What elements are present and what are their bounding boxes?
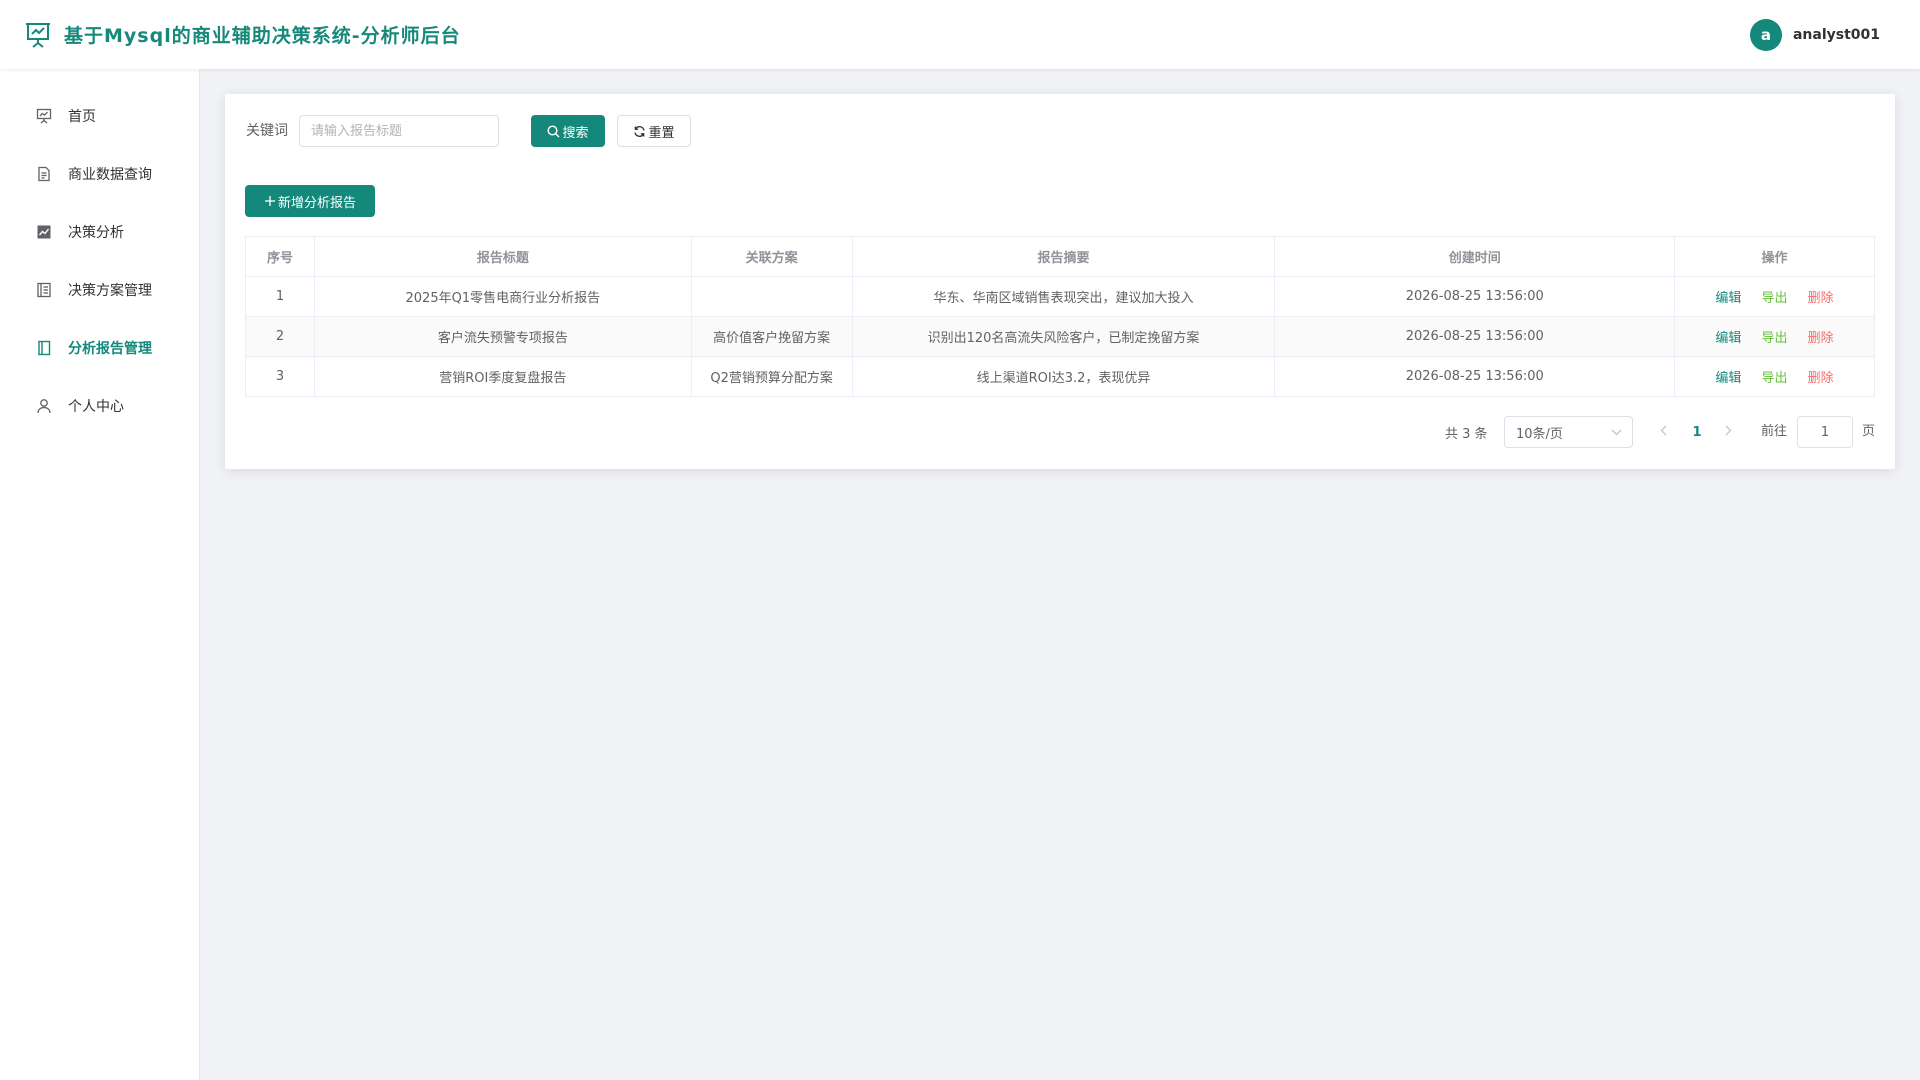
cell-plan: Q2营销预算分配方案 xyxy=(690,356,853,397)
plus-icon xyxy=(264,195,276,207)
cell-index: 2 xyxy=(245,316,315,357)
keyword-search-input[interactable] xyxy=(299,115,499,147)
cell-created: 2026-08-25 13:56:00 xyxy=(1274,276,1676,317)
refresh-icon xyxy=(633,125,646,138)
sidebar-item-label: 商业数据查询 xyxy=(68,167,152,183)
cell-actions: 编辑 导出 删除 xyxy=(1674,316,1875,357)
sidebar-item-label: 决策方案管理 xyxy=(68,283,152,299)
table-row: 3 营销ROI季度复盘报告 Q2营销预算分配方案 线上渠道ROI达3.2，表现优… xyxy=(245,356,1875,397)
prev-page-button[interactable] xyxy=(1651,416,1675,448)
chevron-down-icon xyxy=(1611,425,1622,440)
cell-actions: 编辑 导出 删除 xyxy=(1674,276,1875,317)
page-size-select[interactable]: 10条/页 xyxy=(1504,416,1633,448)
chart-icon xyxy=(36,224,52,240)
pagination-total: 共 3 条 xyxy=(1445,426,1488,442)
cell-index: 3 xyxy=(245,356,315,397)
avatar[interactable]: a xyxy=(1749,19,1782,51)
column-header-title: 报告标题 xyxy=(313,236,692,277)
cell-index: 1 xyxy=(245,276,315,317)
search-button-label: 搜索 xyxy=(562,125,589,141)
goto-page-input[interactable] xyxy=(1797,416,1853,448)
column-header-created: 创建时间 xyxy=(1274,236,1676,277)
sidebar-item-label: 决策分析 xyxy=(68,225,124,241)
cell-summary: 华东、华南区域销售表现突出，建议加大投入 xyxy=(851,276,1276,317)
table-header-row: 序号 报告标题 关联方案 报告摘要 创建时间 操作 xyxy=(245,236,1875,277)
chevron-right-icon xyxy=(1725,424,1732,440)
sidebar-item-decision-plan-management[interactable]: 决策方案管理 xyxy=(0,261,199,319)
reset-button[interactable]: 重置 xyxy=(617,115,691,147)
list-document-icon xyxy=(36,282,52,298)
column-header-summary: 报告摘要 xyxy=(851,236,1276,277)
next-page-button[interactable] xyxy=(1716,416,1740,448)
sidebar-item-label: 首页 xyxy=(68,109,96,125)
add-report-button-label: 新增分析报告 xyxy=(277,195,356,211)
keyword-label: 关键词 xyxy=(246,123,288,139)
user-icon xyxy=(36,398,52,414)
document-icon xyxy=(36,166,52,182)
sidebar-item-home[interactable]: 首页 xyxy=(0,87,199,145)
notebook-icon xyxy=(36,340,52,356)
delete-link[interactable]: 删除 xyxy=(1808,287,1834,306)
cell-created: 2026-08-25 13:56:00 xyxy=(1274,356,1676,397)
app-title: 基于Mysql的商业辅助决策系统-分析师后台 xyxy=(64,25,461,47)
cell-title: 客户流失预警专项报告 xyxy=(313,316,692,357)
edit-link[interactable]: 编辑 xyxy=(1715,367,1741,386)
sidebar-item-label: 分析报告管理 xyxy=(68,341,152,357)
top-header: 基于Mysql的商业辅助决策系统-分析师后台 a analyst001 xyxy=(0,0,1920,69)
export-link[interactable]: 导出 xyxy=(1762,327,1788,346)
sidebar-item-personal-center[interactable]: 个人中心 xyxy=(0,377,199,435)
add-report-button[interactable]: 新增分析报告 xyxy=(245,185,375,217)
edit-link[interactable]: 编辑 xyxy=(1715,287,1741,306)
delete-link[interactable]: 删除 xyxy=(1808,327,1834,346)
presentation-icon xyxy=(36,108,52,124)
report-table: 序号 报告标题 关联方案 报告摘要 创建时间 操作 1 2025年Q1零售电商行… xyxy=(245,236,1875,397)
page-number-current[interactable]: 1 xyxy=(1687,416,1707,448)
chevron-left-icon xyxy=(1660,424,1667,440)
export-link[interactable]: 导出 xyxy=(1762,287,1788,306)
column-header-index: 序号 xyxy=(245,236,315,277)
cell-plan: 高价值客户挽留方案 xyxy=(690,316,853,357)
username[interactable]: analyst001 xyxy=(1793,27,1880,43)
search-button[interactable]: 搜索 xyxy=(531,115,605,147)
table-row: 2 客户流失预警专项报告 高价值客户挽留方案 识别出120名高流失风险客户，已制… xyxy=(245,316,1875,357)
export-link[interactable]: 导出 xyxy=(1762,367,1788,386)
table-row: 1 2025年Q1零售电商行业分析报告 华东、华南区域销售表现突出，建议加大投入… xyxy=(245,276,1875,317)
reset-button-label: 重置 xyxy=(648,125,675,141)
cell-title: 营销ROI季度复盘报告 xyxy=(313,356,692,397)
column-header-actions: 操作 xyxy=(1674,236,1875,277)
goto-label: 前往 xyxy=(1761,424,1788,439)
cell-created: 2026-08-25 13:56:00 xyxy=(1274,316,1676,357)
sidebar-item-decision-analysis[interactable]: 决策分析 xyxy=(0,203,199,261)
user-menu[interactable]: a analyst001 xyxy=(1749,19,1880,51)
column-header-plan: 关联方案 xyxy=(690,236,853,277)
cell-plan xyxy=(690,276,853,317)
edit-link[interactable]: 编辑 xyxy=(1715,327,1741,346)
sidebar: 首页 商业数据查询 决策分析 决策方案管理 分析报告管理 个人中心 xyxy=(0,69,200,1080)
sidebar-item-analysis-report-management[interactable]: 分析报告管理 xyxy=(0,319,199,377)
page-unit-label: 页 xyxy=(1862,424,1876,439)
cell-summary: 线上渠道ROI达3.2，表现优异 xyxy=(851,356,1276,397)
presentation-board-icon xyxy=(26,22,50,48)
search-icon xyxy=(547,124,560,138)
cell-actions: 编辑 导出 删除 xyxy=(1674,356,1875,397)
delete-link[interactable]: 删除 xyxy=(1808,367,1834,386)
page-size-value: 10条/页 xyxy=(1516,426,1563,442)
cell-title: 2025年Q1零售电商行业分析报告 xyxy=(313,276,692,317)
sidebar-item-business-data-query[interactable]: 商业数据查询 xyxy=(0,145,199,203)
cell-summary: 识别出120名高流失风险客户，已制定挽留方案 xyxy=(851,316,1276,357)
report-list-card: 关键词 搜索 重置 新增分析报告 序号 报告标题 关联方案 报告摘要 创建时间 xyxy=(225,94,1895,469)
sidebar-item-label: 个人中心 xyxy=(68,399,124,415)
